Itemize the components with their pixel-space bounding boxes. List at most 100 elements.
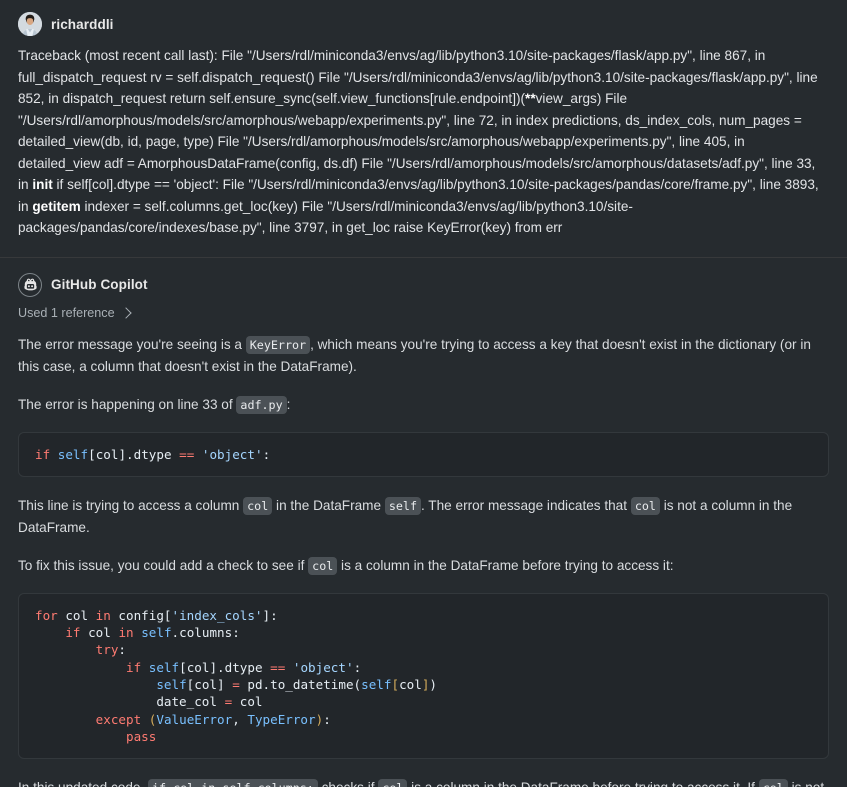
- code-token: col: [80, 625, 119, 641]
- paragraph-text: In this updated code,: [18, 780, 148, 787]
- code-token: if: [35, 446, 51, 462]
- code-token: :: [118, 642, 127, 658]
- code-token: col: [95, 446, 119, 462]
- code-token: ]: [209, 659, 218, 675]
- user-message: richarddli Traceback (most recent call l…: [0, 0, 847, 257]
- traceback-segment: indexer = self.columns.get_loc(key) File…: [18, 198, 633, 236]
- inline-code-chip: col: [243, 496, 273, 515]
- inline-code-chip: self: [384, 496, 421, 515]
- code-token: :: [353, 659, 362, 675]
- code-token: :: [323, 711, 331, 727]
- code-token: ==: [179, 446, 195, 462]
- code-token: for: [35, 607, 58, 623]
- code-token: col: [194, 676, 218, 692]
- code-token: 'object': [201, 446, 263, 462]
- code-block-content: for col in config['index_cols']: if col …: [35, 607, 812, 745]
- user-photo-avatar[interactable]: [18, 12, 42, 36]
- inline-code-chip: col: [308, 556, 338, 575]
- code-token: if: [126, 659, 142, 675]
- paragraph-text: To fix this issue, you could add a check…: [18, 557, 309, 573]
- code-token: self: [156, 676, 187, 692]
- code-token: date_col: [35, 694, 225, 710]
- assistant-paragraph: This line is trying to access a column c…: [18, 495, 829, 539]
- code-token: 'index_cols': [171, 607, 263, 623]
- traceback-segment: Traceback (most recent call last): File …: [18, 48, 818, 106]
- code-token: .dtype: [217, 659, 271, 675]
- assistant-paragraph: The error is happening on line 33 of adf…: [18, 394, 829, 416]
- code-token: self: [57, 446, 89, 462]
- code-token: 'object': [292, 659, 354, 675]
- code-token: ]: [118, 446, 127, 462]
- code-token: .columns:: [171, 625, 240, 641]
- inline-code-chip: adf.py: [236, 395, 287, 414]
- code-token: [: [88, 446, 96, 462]
- code-token: col: [186, 659, 210, 675]
- inline-code-chip: col: [378, 779, 408, 787]
- code-token: TypeError: [247, 711, 316, 727]
- code-token: pass: [126, 728, 157, 744]
- code-token: in: [95, 607, 111, 623]
- code-token: ValueError: [156, 711, 233, 727]
- code-block[interactable]: if self[col].dtype == 'object':: [18, 431, 829, 477]
- code-block-content: if self[col].dtype == 'object':: [35, 446, 812, 463]
- paragraph-text: :: [286, 396, 291, 412]
- code-token: config: [110, 607, 164, 623]
- paragraph-text: This line is trying to access a column: [18, 497, 244, 513]
- chat-panel: richarddli Traceback (most recent call l…: [0, 0, 847, 787]
- code-token: [: [163, 607, 172, 623]
- code-token: =: [232, 676, 240, 692]
- paragraph-text: is a column in the DataFrame before tryi…: [337, 557, 674, 573]
- code-token: :: [262, 446, 271, 462]
- paragraph-text: . The error message indicates that: [421, 497, 631, 513]
- assistant-paragraph: The error message you're seeing is a Key…: [18, 334, 829, 378]
- assistant-paragraph: In this updated code, if col in self.col…: [18, 777, 829, 787]
- code-token: pd.to_datetime: [239, 676, 354, 692]
- code-block[interactable]: for col in config['index_cols']: if col …: [18, 592, 829, 760]
- code-token: (: [353, 676, 362, 692]
- traceback-emphasis: init: [32, 177, 53, 192]
- assistant-message: GitHub Copilot Used 1 reference The erro…: [0, 256, 847, 787]
- paragraph-text: is a column in the DataFrame before tryi…: [407, 780, 758, 787]
- code-token: self: [361, 676, 392, 692]
- code-token: col: [232, 694, 263, 710]
- copilot-icon: [18, 272, 42, 297]
- used-references-toggle[interactable]: Used 1 reference: [18, 305, 132, 320]
- code-token: col: [399, 676, 422, 692]
- traceback-emphasis: **: [525, 91, 536, 106]
- user-name: richarddli: [51, 16, 114, 32]
- inline-code-chip: col: [630, 496, 660, 515]
- assistant-body: The error message you're seeing is a Key…: [18, 334, 829, 787]
- code-token: col: [57, 607, 96, 623]
- paragraph-text: The error message you're seeing is a: [18, 336, 246, 352]
- assistant-name: GitHub Copilot: [51, 277, 148, 292]
- inline-code-chip: if col in self.columns:: [148, 779, 318, 787]
- used-references-label: Used 1 reference: [18, 305, 115, 320]
- code-token: ,: [232, 711, 248, 727]
- assistant-paragraph: To fix this issue, you could add a check…: [18, 555, 829, 577]
- traceback-emphasis: getitem: [32, 198, 81, 214]
- assistant-message-header: GitHub Copilot: [18, 270, 829, 300]
- code-token: if: [65, 625, 81, 641]
- code-token: ]: [262, 607, 271, 623]
- inline-code-chip: col: [758, 779, 788, 787]
- code-token: self: [141, 625, 172, 641]
- inline-code-chip: KeyError: [245, 335, 311, 354]
- code-token: in: [118, 625, 134, 641]
- paragraph-text: checks if: [318, 780, 378, 787]
- code-token: except: [95, 711, 142, 727]
- chevron-right-icon: [119, 306, 132, 319]
- code-token: :: [270, 607, 278, 623]
- traceback-text: Traceback (most recent call last): File …: [18, 45, 829, 239]
- code-token: [: [179, 659, 187, 675]
- code-token: [: [391, 676, 400, 692]
